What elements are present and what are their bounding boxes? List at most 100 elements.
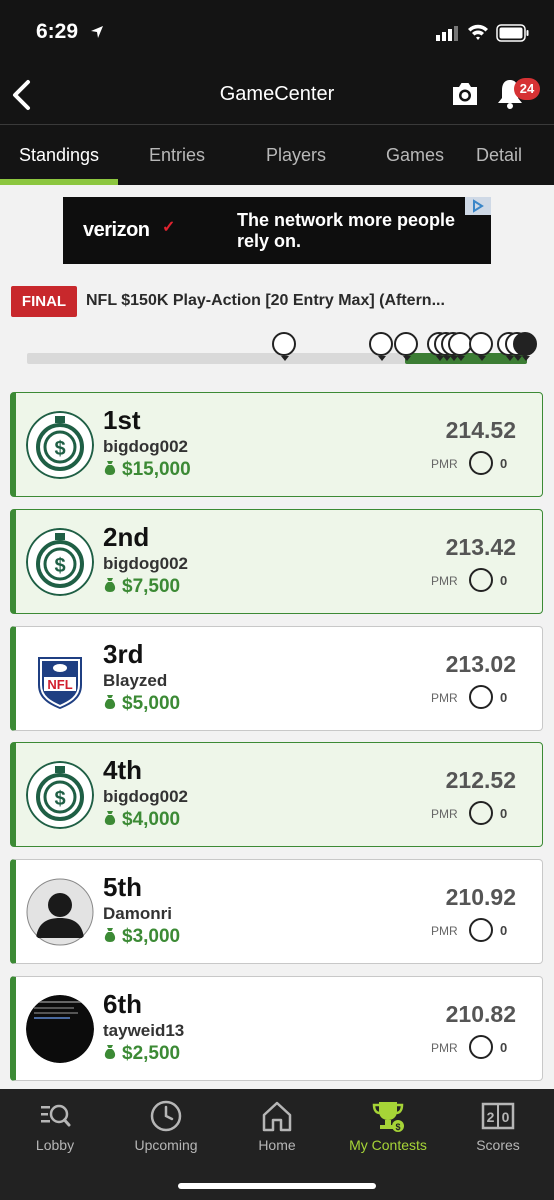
pmr-label: PMR: [431, 457, 458, 471]
money-bag-icon: [104, 695, 116, 709]
tab-bar: Standings Entries Players Games Detail: [0, 124, 554, 185]
money-bag-icon: [104, 461, 116, 475]
standing-row[interactable]: $ 4th bigdog002 $4,000 212.52 PMR 0: [10, 742, 543, 847]
cell-signal-icon: [436, 26, 458, 41]
tab-detail[interactable]: Detail: [476, 125, 554, 185]
tab-standings[interactable]: Standings: [0, 125, 118, 185]
pmr-label: PMR: [431, 807, 458, 821]
prize-value: $3,000: [122, 926, 181, 947]
money-bag-icon: [104, 578, 116, 592]
prize-amount: $15,000: [103, 459, 191, 481]
rank-label: 3rd: [103, 639, 144, 669]
svg-text:$: $: [395, 1122, 400, 1132]
rank-label: 6th: [103, 989, 142, 1019]
camera-icon[interactable]: [450, 80, 480, 108]
nav-upcoming[interactable]: Upcoming: [111, 1089, 221, 1169]
progress-marker[interactable]: [369, 332, 393, 361]
ad-banner[interactable]: verizon ✓ The network more people rely o…: [63, 197, 491, 264]
tab-players[interactable]: Players: [236, 125, 356, 185]
dollar-clock-avatar: $: [26, 411, 94, 479]
fantasy-score: 210.92: [445, 884, 516, 910]
trophy-icon: $: [372, 1102, 404, 1132]
prize-value: $2,500: [122, 1043, 181, 1064]
nav-my-contests[interactable]: $ My Contests: [333, 1089, 443, 1169]
prize-amount: $2,500: [103, 1043, 180, 1065]
ad-brand-mark: ✓: [162, 219, 176, 236]
status-time: 6:29: [36, 20, 79, 43]
pmr-value: 0: [500, 923, 508, 938]
nfl-shield-avatar: NFL: [26, 645, 94, 713]
pmr-value: 0: [500, 806, 508, 821]
svg-text:2: 2: [487, 1109, 495, 1125]
battery-icon: [496, 24, 529, 42]
nav-home[interactable]: Home: [222, 1089, 332, 1169]
pmr-progress-ring: [469, 568, 493, 592]
standing-row[interactable]: 5th Damonri $3,000 210.92 PMR 0: [10, 859, 543, 964]
progress-marker[interactable]: [272, 332, 296, 361]
contest-title[interactable]: NFL $150K Play-Action [20 Entry Max] (Af…: [86, 292, 546, 310]
notification-badge: 24: [514, 78, 540, 100]
username: Damonri: [103, 904, 172, 923]
fantasy-score: 212.52: [445, 767, 516, 793]
silhouette-avatar: [26, 878, 94, 946]
svg-text:$: $: [54, 788, 65, 810]
money-bag-icon: [104, 811, 116, 825]
standing-row[interactable]: $ 1st bigdog002 $15,000 214.52 PMR 0: [10, 392, 543, 497]
prize-value: $7,500: [122, 576, 181, 597]
fantasy-score: 214.52: [445, 417, 516, 443]
pmr-label: PMR: [431, 691, 458, 705]
adchoices-icon[interactable]: [465, 197, 491, 215]
rank-label: 1st: [103, 405, 141, 435]
home-indicator[interactable]: [178, 1183, 376, 1189]
prize-amount: $7,500: [103, 576, 180, 598]
status-badge: FINAL: [11, 286, 77, 317]
username: bigdog002: [103, 437, 189, 456]
nav-label: Lobby: [35, 1137, 75, 1153]
dollar-clock-avatar: $: [26, 528, 94, 596]
dollar-clock-avatar: $: [26, 761, 94, 829]
pmr-value: 0: [500, 573, 508, 588]
app-header: GameCenter 24: [0, 66, 554, 124]
username: Blayzed: [103, 671, 168, 690]
rank-label: 5th: [103, 872, 142, 902]
fantasy-score: 213.02: [445, 651, 516, 677]
fantasy-score: 213.42: [445, 534, 516, 560]
standing-row[interactable]: $ 2nd bigdog002 $7,500 213.42 PMR 0: [10, 509, 543, 614]
nav-scores[interactable]: 20 Scores: [443, 1089, 553, 1169]
progress-marker[interactable]: [513, 332, 537, 361]
rank-label: 2nd: [103, 522, 150, 552]
active-tab-indicator: [0, 179, 118, 185]
photo-avatar: [26, 995, 94, 1063]
svg-text:NFL: NFL: [47, 677, 72, 692]
pmr-label: PMR: [431, 1041, 458, 1055]
pmr-progress-ring: [469, 1035, 493, 1059]
search-list-icon: [41, 1104, 71, 1127]
progress-marker[interactable]: [394, 332, 418, 361]
username: bigdog002: [103, 787, 189, 806]
prize-amount: $5,000: [103, 693, 180, 715]
prize-amount: $4,000: [103, 809, 180, 831]
nav-lobby[interactable]: Lobby: [0, 1089, 110, 1169]
svg-text:$: $: [54, 555, 65, 577]
money-bag-icon: [104, 928, 116, 942]
pmr-label: PMR: [431, 574, 458, 588]
location-arrow-icon: [91, 26, 103, 38]
progress-marker[interactable]: [469, 332, 493, 361]
pmr-value: 0: [500, 690, 508, 705]
nav-label: Upcoming: [134, 1137, 198, 1153]
standing-row[interactable]: 6th tayweid13 $2,500 210.82 PMR 0: [10, 976, 543, 1081]
pmr-value: 0: [500, 456, 508, 471]
tab-games[interactable]: Games: [356, 125, 474, 185]
pmr-progress-ring: [469, 918, 493, 942]
pmr-label: PMR: [431, 924, 458, 938]
clock-icon: [150, 1100, 182, 1132]
tab-entries[interactable]: Entries: [118, 125, 236, 185]
standing-row[interactable]: NFL 3rd Blayzed $5,000 213.02 PMR 0: [10, 626, 543, 731]
rank-label: 4th: [103, 755, 142, 785]
fantasy-score: 210.82: [445, 1001, 516, 1027]
scoreboard-icon: 20: [481, 1102, 515, 1130]
svg-text:0: 0: [502, 1109, 510, 1125]
home-icon: [262, 1101, 292, 1132]
username: bigdog002: [103, 554, 189, 573]
prize-value: $5,000: [122, 693, 181, 714]
